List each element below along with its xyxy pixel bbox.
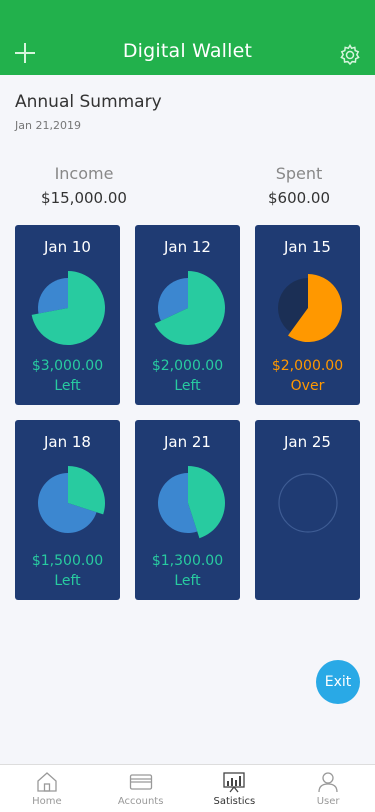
- spent-label: Spent: [275, 164, 323, 183]
- pie-chart: [278, 274, 342, 342]
- empty-pie-outline: [278, 473, 338, 533]
- tab-accounts[interactable]: Accounts: [94, 765, 188, 812]
- tab-label: User: [316, 796, 340, 807]
- budget-card[interactable]: Jan 10 $3,000.00 Left: [15, 225, 120, 405]
- card-status: Over: [290, 378, 325, 394]
- card-date: Jan 18: [44, 433, 91, 451]
- budget-card[interactable]: Jan 21 $1,300.00 Left: [135, 420, 240, 600]
- income-label: Income: [54, 164, 114, 183]
- app-header: Digital Wallet: [0, 0, 375, 75]
- card-amount: $3,000.00: [31, 358, 104, 374]
- pie-chart: [278, 473, 338, 533]
- tab-statistics[interactable]: Satistics: [188, 765, 282, 812]
- card-amount: $1,300.00: [151, 553, 224, 569]
- budget-card[interactable]: Jan 12 $2,000.00 Left: [135, 225, 240, 405]
- summary-date: Jan 21,2019: [15, 119, 81, 132]
- pie-chart: [38, 466, 106, 533]
- summary-title: Annual Summary: [15, 92, 162, 112]
- budget-card[interactable]: Jan 18 $1,500.00 Left: [15, 420, 120, 600]
- home-icon: [37, 772, 57, 792]
- card-amount: $2,000.00: [271, 358, 344, 374]
- card-date: Jan 21: [164, 433, 211, 451]
- card-status: Left: [54, 378, 81, 394]
- tab-label: Home: [32, 796, 62, 807]
- tab-user[interactable]: User: [281, 765, 375, 812]
- card-status: Left: [54, 573, 81, 589]
- budget-card[interactable]: Jan 15 $2,000.00 Over: [255, 225, 360, 405]
- card-date: Jan 15: [284, 238, 331, 256]
- budget-card[interactable]: Jan 25: [255, 420, 360, 600]
- credit-card-icon: [129, 774, 152, 790]
- app-title: Digital Wallet: [122, 40, 253, 62]
- card-date: Jan 25: [284, 433, 331, 451]
- card-date: Jan 10: [44, 238, 91, 256]
- tab-label: Accounts: [117, 796, 164, 807]
- exit-button[interactable]: Exit: [316, 660, 360, 704]
- user-icon: [318, 772, 338, 793]
- pie-chart: [158, 466, 226, 539]
- gear-icon[interactable]: [338, 43, 362, 67]
- card-amount: $1,500.00: [31, 553, 104, 569]
- card-status: Left: [174, 573, 201, 589]
- tab-label: Satistics: [213, 796, 256, 807]
- income-value: $15,000.00: [41, 189, 127, 207]
- tab-home[interactable]: Home: [0, 765, 94, 812]
- pie-remaining-slice: [38, 278, 68, 314]
- tab-bar: Home Accounts Satistics User: [0, 764, 375, 812]
- card-amount: $2,000.00: [151, 358, 224, 374]
- card-date: Jan 12: [164, 238, 211, 256]
- card-status: Left: [174, 378, 201, 394]
- pie-chart: [31, 271, 105, 345]
- chart-icon: [223, 772, 246, 793]
- spent-value: $600.00: [267, 189, 331, 207]
- pie-chart: [154, 271, 225, 345]
